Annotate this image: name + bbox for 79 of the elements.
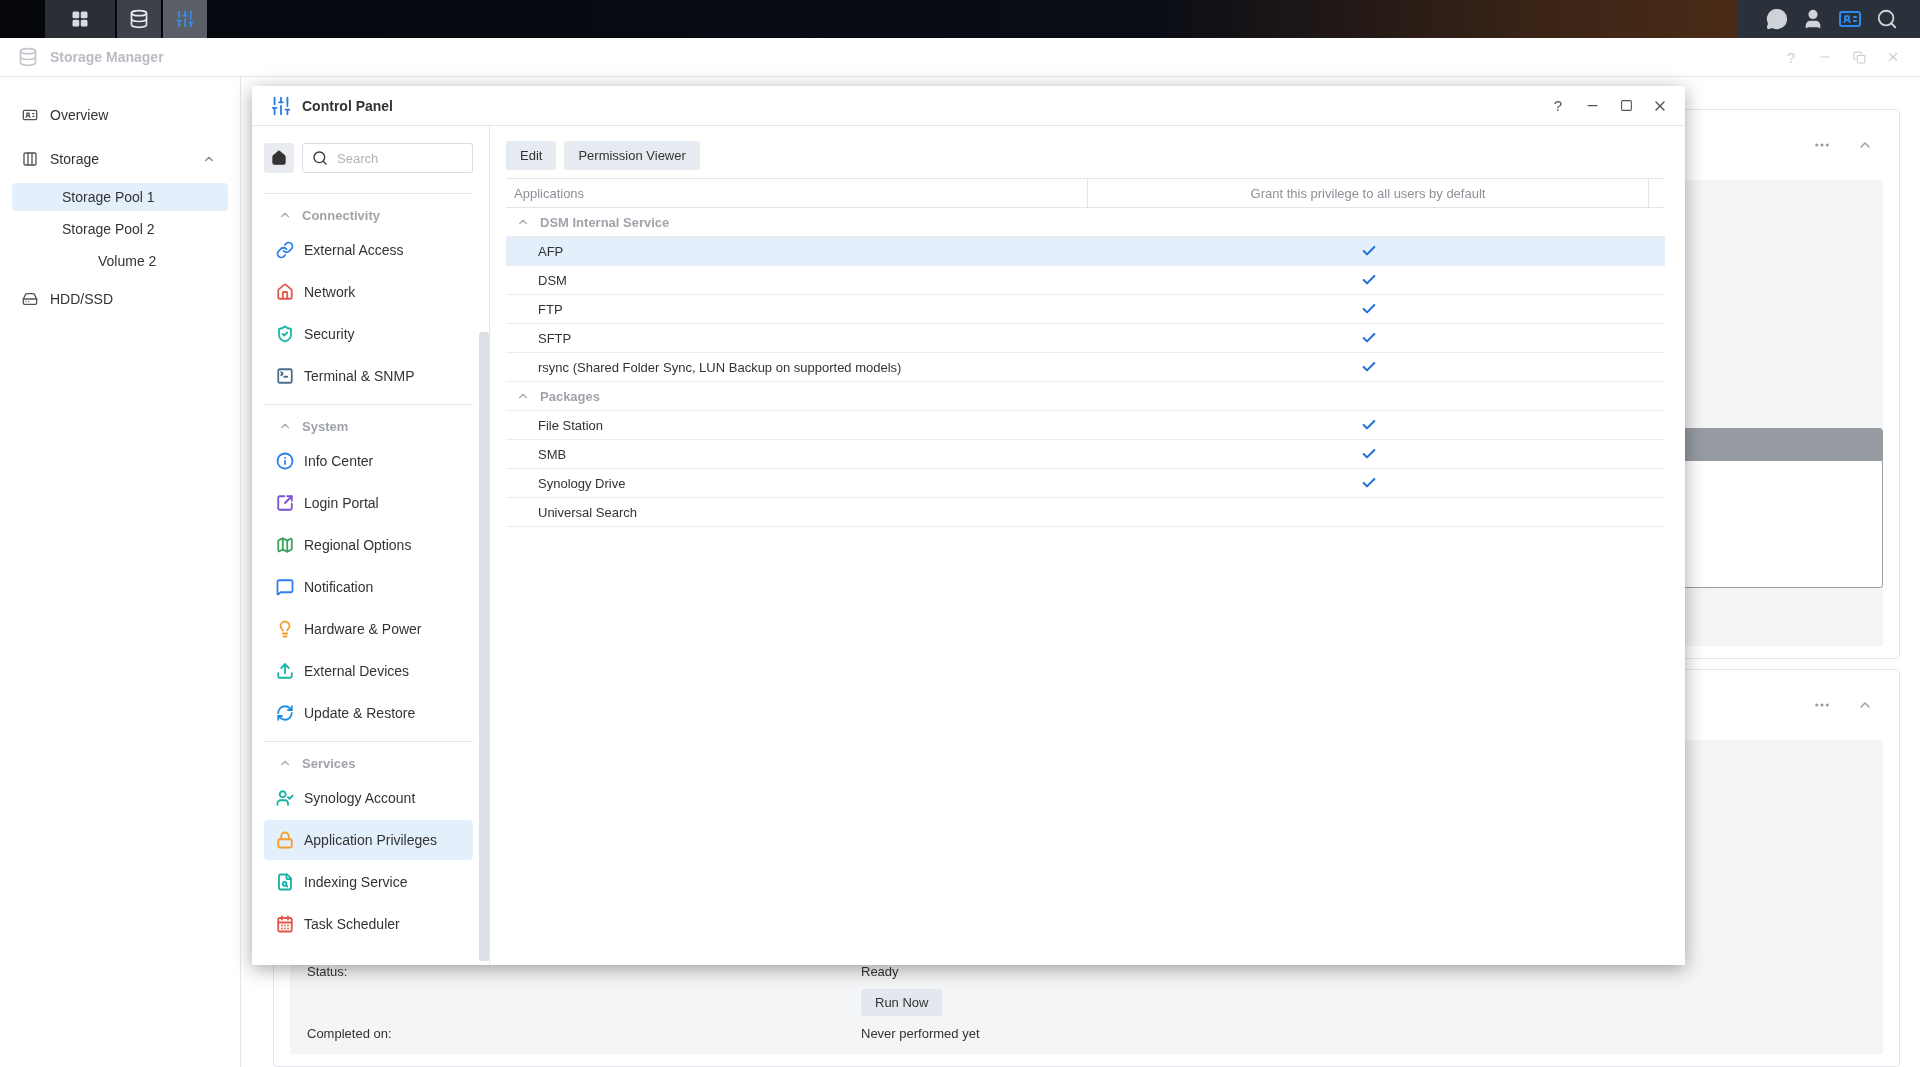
search-field[interactable]: Search [302,143,473,173]
link-icon [276,241,294,259]
field-label: Status: [307,963,349,979]
sidebar-item[interactable]: Terminal & SNMP [264,356,473,396]
table-row[interactable]: SMB [506,440,1665,469]
storage-icon [22,151,38,167]
refresh-icon [276,704,294,722]
id-card-icon [22,107,38,123]
help-button[interactable]: ? [1549,96,1567,115]
sliders-icon [270,94,292,117]
sidebar-item[interactable]: Storage Pool 2 [12,215,228,243]
table-cell-text: FTP [537,301,564,317]
sidebar-item[interactable]: HDD/SSD [12,279,228,319]
hard-drive-icon [22,291,38,307]
sidebar-item[interactable]: Overview [12,95,228,135]
run-now-button[interactable]: Run Now [861,988,943,1016]
map-icon [276,536,294,554]
table-row[interactable]: Universal Search [506,498,1665,527]
toolbar-button[interactable]: Edit [506,141,557,170]
sidebar-item[interactable]: Application Privileges [264,820,473,860]
file-search-icon [276,873,294,891]
sidebar-item[interactable]: Security [264,314,473,354]
sidebar-item[interactable]: External Access [264,230,473,270]
taskbar-app-button[interactable] [117,0,161,38]
sidebar-item[interactable]: External Devices [264,651,473,691]
table-cell-text: File Station [537,417,605,433]
table-row[interactable]: SFTP [506,324,1665,353]
sidebar-item[interactable]: Hardware & Power [264,609,473,649]
database-icon [18,47,38,67]
table-cell-text: rsync (Shared Folder Sync, LUN Backup on supported models) [537,359,903,375]
main-menu-button[interactable] [45,0,115,38]
search-icon [312,150,328,166]
database-icon [129,9,149,29]
window-title: Storage Manager [50,49,164,65]
table-cell-text: Universal Search [537,504,638,520]
field-value: Never performed yet [861,1025,981,1041]
info-icon [276,452,294,470]
window-title: Control Panel [302,97,393,114]
table-row[interactable]: FTP [506,295,1665,324]
chat-icon[interactable] [1766,8,1788,30]
sidebar-item[interactable]: Synology Account [264,778,473,818]
sidebar-item[interactable]: Task Scheduler [264,904,473,944]
upload-icon [276,662,294,680]
sidebar-item[interactable]: Update & Restore [264,693,473,733]
message-icon [276,578,294,596]
house-icon [276,283,294,301]
table-row[interactable]: DSM [506,266,1665,295]
sidebar-item[interactable]: Storage [12,139,228,179]
table-row[interactable]: File Station [506,411,1665,440]
home-icon [271,150,287,166]
calendar-icon [276,915,294,933]
sidebar-item[interactable]: Notification [264,567,473,607]
shield-icon [276,325,294,343]
terminal-icon [276,367,294,385]
table-cell-text: SFTP [537,330,573,346]
table-cell-text: SMB [537,446,568,462]
scrollbar[interactable] [479,332,489,961]
user-check-icon [276,789,294,807]
sidebar-item[interactable]: Info Center [264,441,473,481]
lock-icon [276,831,294,849]
sliders-icon [175,9,195,29]
table-row[interactable]: AFP [506,237,1665,266]
table-row[interactable]: rsync (Shared Folder Sync, LUN Backup on supported models) [506,353,1665,382]
sidebar-item[interactable]: Indexing Service [264,862,473,902]
grid-icon [71,10,89,28]
sidebar-item[interactable]: Regional Options [264,525,473,565]
sidebar-item[interactable]: Storage Pool 1 [12,183,228,211]
field-value: Ready [861,963,900,979]
sidebar-item[interactable]: Network [264,272,473,312]
sidebar-item[interactable]: Volume 2 [12,247,228,275]
table-cell-text: AFP [537,243,565,259]
table-row[interactable]: Synology Drive [506,469,1665,498]
table-cell-text: DSM [537,272,568,288]
table-cell-text: Synology Drive [537,475,627,491]
home-button[interactable] [264,143,294,173]
sidebar-item[interactable]: Login Portal [264,483,473,523]
toolbar-button[interactable]: Permission Viewer [564,141,700,170]
field-label: Completed on: [307,1025,393,1041]
search-icon[interactable] [1876,8,1898,30]
